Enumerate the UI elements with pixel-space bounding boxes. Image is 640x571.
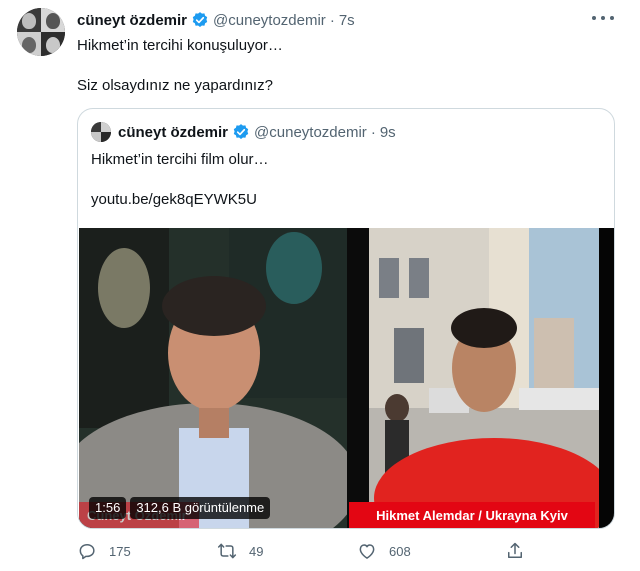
like-count: 608 — [389, 543, 411, 559]
retweet-icon — [217, 543, 237, 559]
tweet-text-line-1: Hikmet’in tercihi konuşuluyor… — [77, 37, 283, 54]
quoted-tweet[interactable]: cüneyt özdemir @cuneytozdemir · 9s Hikme… — [77, 108, 615, 529]
quoted-display-name[interactable]: cüneyt özdemir — [118, 124, 228, 141]
retweet-count: 49 — [249, 543, 264, 559]
quoted-text: Hikmet’in tercihi film olur… — [91, 151, 269, 168]
video-right-label: Hikmet Alemdar / Ukrayna Kyiv — [349, 502, 595, 528]
like-icon — [359, 544, 375, 559]
like-button[interactable]: 608 — [357, 536, 411, 566]
author-display-name[interactable]: cüneyt özdemir — [77, 12, 187, 29]
video-left-panel: Cüneyt Özdemir — [79, 228, 347, 528]
video-overlay: 1:56 312,6 B görüntülenme — [89, 497, 271, 519]
video-right-frame — [369, 228, 614, 528]
tweet-timestamp[interactable]: 7s — [339, 12, 355, 29]
tweet-text-line-2: Siz olsaydınız ne yapardınız? — [77, 77, 273, 94]
quoted-handle[interactable]: @cuneytozdemir — [254, 124, 367, 141]
video-views: 312,6 B görüntülenme — [130, 497, 271, 519]
reply-button[interactable]: 175 — [77, 536, 131, 566]
separator-dot: · — [370, 123, 376, 141]
video-right-panel — [369, 228, 614, 528]
tweet-actions: 175 49 608 — [77, 536, 537, 566]
tweet-header: cüneyt özdemir @cuneytozdemir · 7s — [77, 9, 355, 31]
video-border — [599, 228, 614, 528]
video-left-frame — [79, 228, 347, 528]
video-duration: 1:56 — [89, 497, 127, 519]
verified-badge-icon — [233, 124, 249, 139]
author-handle[interactable]: @cuneytozdemir — [213, 12, 326, 29]
tweet[interactable]: cüneyt özdemir @cuneytozdemir · 7s Hikme… — [0, 0, 640, 571]
share-icon — [508, 542, 522, 558]
retweet-button[interactable]: 49 — [217, 536, 263, 566]
quoted-timestamp[interactable]: 9s — [380, 124, 396, 141]
more-icon[interactable] — [592, 11, 614, 25]
separator-dot: · — [329, 11, 335, 29]
verified-badge-icon — [192, 12, 208, 27]
quoted-avatar[interactable] — [91, 122, 111, 142]
reply-icon — [79, 544, 95, 560]
video-player[interactable]: Cüneyt Özdemir — [79, 228, 614, 528]
reply-count: 175 — [109, 543, 131, 559]
quoted-header: cüneyt özdemir @cuneytozdemir · 9s — [118, 121, 396, 143]
quoted-link[interactable]: youtu.be/gek8qEYWK5U — [91, 190, 257, 210]
avatar[interactable] — [17, 8, 65, 56]
share-button[interactable] — [505, 536, 525, 566]
